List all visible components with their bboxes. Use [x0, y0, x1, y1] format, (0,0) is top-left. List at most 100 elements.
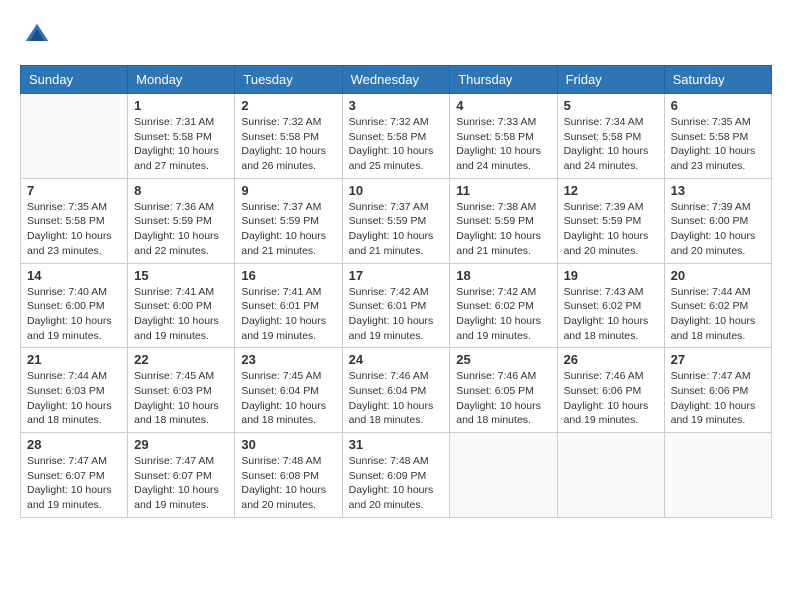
calendar-cell: 28 Sunrise: 7:47 AM Sunset: 6:07 PM Dayli…	[21, 433, 128, 518]
logo	[20, 20, 52, 55]
day-info: Sunrise: 7:40 AM Sunset: 6:00 PM Dayligh…	[27, 285, 121, 344]
day-info: Sunrise: 7:46 AM Sunset: 6:05 PM Dayligh…	[456, 369, 550, 428]
calendar-cell	[664, 433, 771, 518]
day-number: 16	[241, 268, 335, 283]
calendar-cell: 11 Sunrise: 7:38 AM Sunset: 5:59 PM Dayli…	[450, 178, 557, 263]
day-number: 21	[27, 352, 121, 367]
calendar-cell: 26 Sunrise: 7:46 AM Sunset: 6:06 PM Dayli…	[557, 348, 664, 433]
day-info: Sunrise: 7:47 AM Sunset: 6:06 PM Dayligh…	[671, 369, 765, 428]
day-info: Sunrise: 7:47 AM Sunset: 6:07 PM Dayligh…	[134, 454, 228, 513]
day-info: Sunrise: 7:42 AM Sunset: 6:02 PM Dayligh…	[456, 285, 550, 344]
day-number: 28	[27, 437, 121, 452]
day-info: Sunrise: 7:46 AM Sunset: 6:04 PM Dayligh…	[349, 369, 444, 428]
calendar-body: 1 Sunrise: 7:31 AM Sunset: 5:58 PM Daylig…	[21, 94, 772, 518]
calendar-cell: 21 Sunrise: 7:44 AM Sunset: 6:03 PM Dayli…	[21, 348, 128, 433]
day-info: Sunrise: 7:43 AM Sunset: 6:02 PM Dayligh…	[564, 285, 658, 344]
calendar-cell: 2Sunrise: 7:32 AM Sunset: 5:58 PM Daylig…	[235, 94, 342, 179]
day-number: 27	[671, 352, 765, 367]
calendar-cell: 4Sunrise: 7:33 AM Sunset: 5:58 PM Daylig…	[450, 94, 557, 179]
calendar-cell: 10 Sunrise: 7:37 AM Sunset: 5:59 PM Dayli…	[342, 178, 450, 263]
day-info: Sunrise: 7:48 AM Sunset: 6:08 PM Dayligh…	[241, 454, 335, 513]
day-info: Sunrise: 7:32 AM Sunset: 5:58 PM Dayligh…	[349, 115, 444, 174]
weekday-sunday: Sunday	[21, 66, 128, 94]
day-info: Sunrise: 7:41 AM Sunset: 6:00 PM Dayligh…	[134, 285, 228, 344]
day-number: 11	[456, 183, 550, 198]
day-number: 26	[564, 352, 658, 367]
day-info: Sunrise: 7:45 AM Sunset: 6:04 PM Dayligh…	[241, 369, 335, 428]
calendar-cell: 12 Sunrise: 7:39 AM Sunset: 5:59 PM Dayli…	[557, 178, 664, 263]
weekday-thursday: Thursday	[450, 66, 557, 94]
calendar-cell: 20Sunrise: 7:44 AM Sunset: 6:02 PM Dayli…	[664, 263, 771, 348]
calendar-cell	[450, 433, 557, 518]
calendar-week-0: 1 Sunrise: 7:31 AM Sunset: 5:58 PM Daylig…	[21, 94, 772, 179]
calendar-cell: 27 Sunrise: 7:47 AM Sunset: 6:06 PM Dayli…	[664, 348, 771, 433]
weekday-tuesday: Tuesday	[235, 66, 342, 94]
day-number: 8	[134, 183, 228, 198]
day-number: 12	[564, 183, 658, 198]
calendar-week-3: 21 Sunrise: 7:44 AM Sunset: 6:03 PM Dayli…	[21, 348, 772, 433]
calendar-week-1: 7 Sunrise: 7:35 AM Sunset: 5:58 PM Daylig…	[21, 178, 772, 263]
calendar-cell: 25 Sunrise: 7:46 AM Sunset: 6:05 PM Dayli…	[450, 348, 557, 433]
day-info: Sunrise: 7:39 AM Sunset: 6:00 PM Dayligh…	[671, 200, 765, 259]
day-number: 19	[564, 268, 658, 283]
day-info: Sunrise: 7:41 AM Sunset: 6:01 PM Dayligh…	[241, 285, 335, 344]
calendar-cell: 18Sunrise: 7:42 AM Sunset: 6:02 PM Dayli…	[450, 263, 557, 348]
day-info: Sunrise: 7:37 AM Sunset: 5:59 PM Dayligh…	[241, 200, 335, 259]
day-number: 1	[134, 98, 228, 113]
day-number: 15	[134, 268, 228, 283]
day-number: 3	[349, 98, 444, 113]
day-info: Sunrise: 7:45 AM Sunset: 6:03 PM Dayligh…	[134, 369, 228, 428]
calendar-cell: 24 Sunrise: 7:46 AM Sunset: 6:04 PM Dayli…	[342, 348, 450, 433]
day-info: Sunrise: 7:44 AM Sunset: 6:03 PM Dayligh…	[27, 369, 121, 428]
calendar-cell: 17Sunrise: 7:42 AM Sunset: 6:01 PM Dayli…	[342, 263, 450, 348]
day-number: 20	[671, 268, 765, 283]
day-info: Sunrise: 7:38 AM Sunset: 5:59 PM Dayligh…	[456, 200, 550, 259]
weekday-saturday: Saturday	[664, 66, 771, 94]
calendar-cell: 9 Sunrise: 7:37 AM Sunset: 5:59 PM Daylig…	[235, 178, 342, 263]
weekday-wednesday: Wednesday	[342, 66, 450, 94]
calendar-week-2: 14 Sunrise: 7:40 AM Sunset: 6:00 PM Dayli…	[21, 263, 772, 348]
day-number: 7	[27, 183, 121, 198]
calendar-table: SundayMondayTuesdayWednesdayThursdayFrid…	[20, 65, 772, 518]
day-info: Sunrise: 7:36 AM Sunset: 5:59 PM Dayligh…	[134, 200, 228, 259]
day-info: Sunrise: 7:37 AM Sunset: 5:59 PM Dayligh…	[349, 200, 444, 259]
day-info: Sunrise: 7:48 AM Sunset: 6:09 PM Dayligh…	[349, 454, 444, 513]
calendar-cell: 19 Sunrise: 7:43 AM Sunset: 6:02 PM Dayli…	[557, 263, 664, 348]
day-info: Sunrise: 7:33 AM Sunset: 5:58 PM Dayligh…	[456, 115, 550, 174]
day-info: Sunrise: 7:35 AM Sunset: 5:58 PM Dayligh…	[27, 200, 121, 259]
day-number: 14	[27, 268, 121, 283]
day-number: 23	[241, 352, 335, 367]
calendar-cell: 1 Sunrise: 7:31 AM Sunset: 5:58 PM Daylig…	[128, 94, 235, 179]
weekday-friday: Friday	[557, 66, 664, 94]
day-number: 22	[134, 352, 228, 367]
calendar-week-4: 28 Sunrise: 7:47 AM Sunset: 6:07 PM Dayli…	[21, 433, 772, 518]
calendar-cell: 16 Sunrise: 7:41 AM Sunset: 6:01 PM Dayli…	[235, 263, 342, 348]
calendar-cell: 13Sunrise: 7:39 AM Sunset: 6:00 PM Dayli…	[664, 178, 771, 263]
day-number: 6	[671, 98, 765, 113]
day-number: 17	[349, 268, 444, 283]
day-info: Sunrise: 7:35 AM Sunset: 5:58 PM Dayligh…	[671, 115, 765, 174]
day-number: 25	[456, 352, 550, 367]
calendar-cell: 22 Sunrise: 7:45 AM Sunset: 6:03 PM Dayli…	[128, 348, 235, 433]
day-number: 9	[241, 183, 335, 198]
logo-icon	[22, 20, 52, 50]
day-number: 29	[134, 437, 228, 452]
day-number: 31	[349, 437, 444, 452]
day-info: Sunrise: 7:46 AM Sunset: 6:06 PM Dayligh…	[564, 369, 658, 428]
weekday-monday: Monday	[128, 66, 235, 94]
day-info: Sunrise: 7:31 AM Sunset: 5:58 PM Dayligh…	[134, 115, 228, 174]
calendar-cell: 23 Sunrise: 7:45 AM Sunset: 6:04 PM Dayli…	[235, 348, 342, 433]
day-number: 24	[349, 352, 444, 367]
day-number: 10	[349, 183, 444, 198]
calendar-cell: 8 Sunrise: 7:36 AM Sunset: 5:59 PM Daylig…	[128, 178, 235, 263]
calendar-cell: 7 Sunrise: 7:35 AM Sunset: 5:58 PM Daylig…	[21, 178, 128, 263]
day-info: Sunrise: 7:34 AM Sunset: 5:58 PM Dayligh…	[564, 115, 658, 174]
day-info: Sunrise: 7:47 AM Sunset: 6:07 PM Dayligh…	[27, 454, 121, 513]
calendar-cell: 14 Sunrise: 7:40 AM Sunset: 6:00 PM Dayli…	[21, 263, 128, 348]
day-number: 30	[241, 437, 335, 452]
day-info: Sunrise: 7:39 AM Sunset: 5:59 PM Dayligh…	[564, 200, 658, 259]
day-number: 5	[564, 98, 658, 113]
calendar-cell: 29 Sunrise: 7:47 AM Sunset: 6:07 PM Dayli…	[128, 433, 235, 518]
calendar-cell: 5 Sunrise: 7:34 AM Sunset: 5:58 PM Daylig…	[557, 94, 664, 179]
calendar-cell: 30 Sunrise: 7:48 AM Sunset: 6:08 PM Dayli…	[235, 433, 342, 518]
